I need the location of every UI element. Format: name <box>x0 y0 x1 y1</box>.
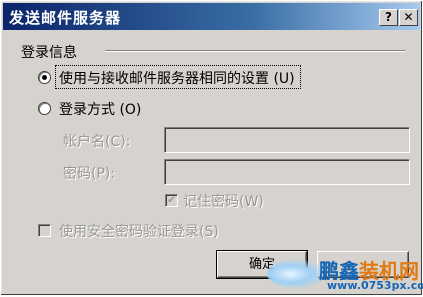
account-field[interactable] <box>164 127 410 153</box>
login-with-text: 登录方式 <box>59 102 115 118</box>
remember-password-label: 记住密码(W) <box>183 191 264 211</box>
swoosh-logo-icon <box>267 259 327 289</box>
account-label-colon: : <box>125 134 131 150</box>
group-divider <box>105 50 405 52</box>
remember-password-checkbox[interactable]: ✔ <box>165 194 178 207</box>
password-label: 密码(P): <box>63 163 115 183</box>
radio-selected-dot <box>42 75 47 80</box>
login-with-shortcut: (O) <box>119 102 142 118</box>
password-label-text: 密码 <box>63 166 91 182</box>
remember-password-shortcut: (W) <box>239 194 264 210</box>
radio-same-settings[interactable] <box>38 71 51 84</box>
account-label-text: 帐户名 <box>63 134 105 150</box>
option-login-with-label[interactable]: 登录方式 (O) <box>59 99 141 119</box>
help-button[interactable]: ? <box>379 9 398 26</box>
remember-password-text: 记住密码 <box>183 194 239 210</box>
radio-login-with[interactable] <box>38 102 51 115</box>
account-label: 帐户名(C): <box>63 131 130 151</box>
secure-auth-checkbox[interactable] <box>38 224 51 237</box>
close-button[interactable]: ✕ <box>399 9 418 26</box>
secure-auth-text: 使用安全密码验证登录 <box>59 224 199 240</box>
check-mark-icon: ✔ <box>167 195 176 206</box>
password-field[interactable] <box>164 159 410 185</box>
password-label-colon: : <box>110 166 116 182</box>
watermark-url: www.0753px.com <box>327 279 423 292</box>
account-label-shortcut: (C) <box>105 134 126 150</box>
dialog-window: 发送邮件服务器 ? ✕ 登录信息 使用与接收邮件服务器相同的设置 (U) 登录方… <box>0 0 423 296</box>
option-same-settings-label[interactable]: 使用与接收邮件服务器相同的设置 (U) <box>59 68 295 88</box>
secure-auth-label: 使用安全密码验证登录(S) <box>59 221 219 241</box>
window-title: 发送邮件服务器 <box>9 9 122 27</box>
close-icon: ✕ <box>403 10 414 24</box>
secure-auth-shortcut: (S) <box>199 224 219 240</box>
site-watermark: 鹏鑫装机网 www.0753px.com <box>267 249 423 297</box>
group-label-login-info: 登录信息 <box>21 45 77 61</box>
same-settings-text: 使用与接收邮件服务器相同的设置 <box>59 71 269 87</box>
title-bar[interactable]: 发送邮件服务器 ? ✕ <box>3 3 420 30</box>
same-settings-shortcut: (U) <box>273 71 295 87</box>
password-label-shortcut: (P) <box>91 166 111 182</box>
